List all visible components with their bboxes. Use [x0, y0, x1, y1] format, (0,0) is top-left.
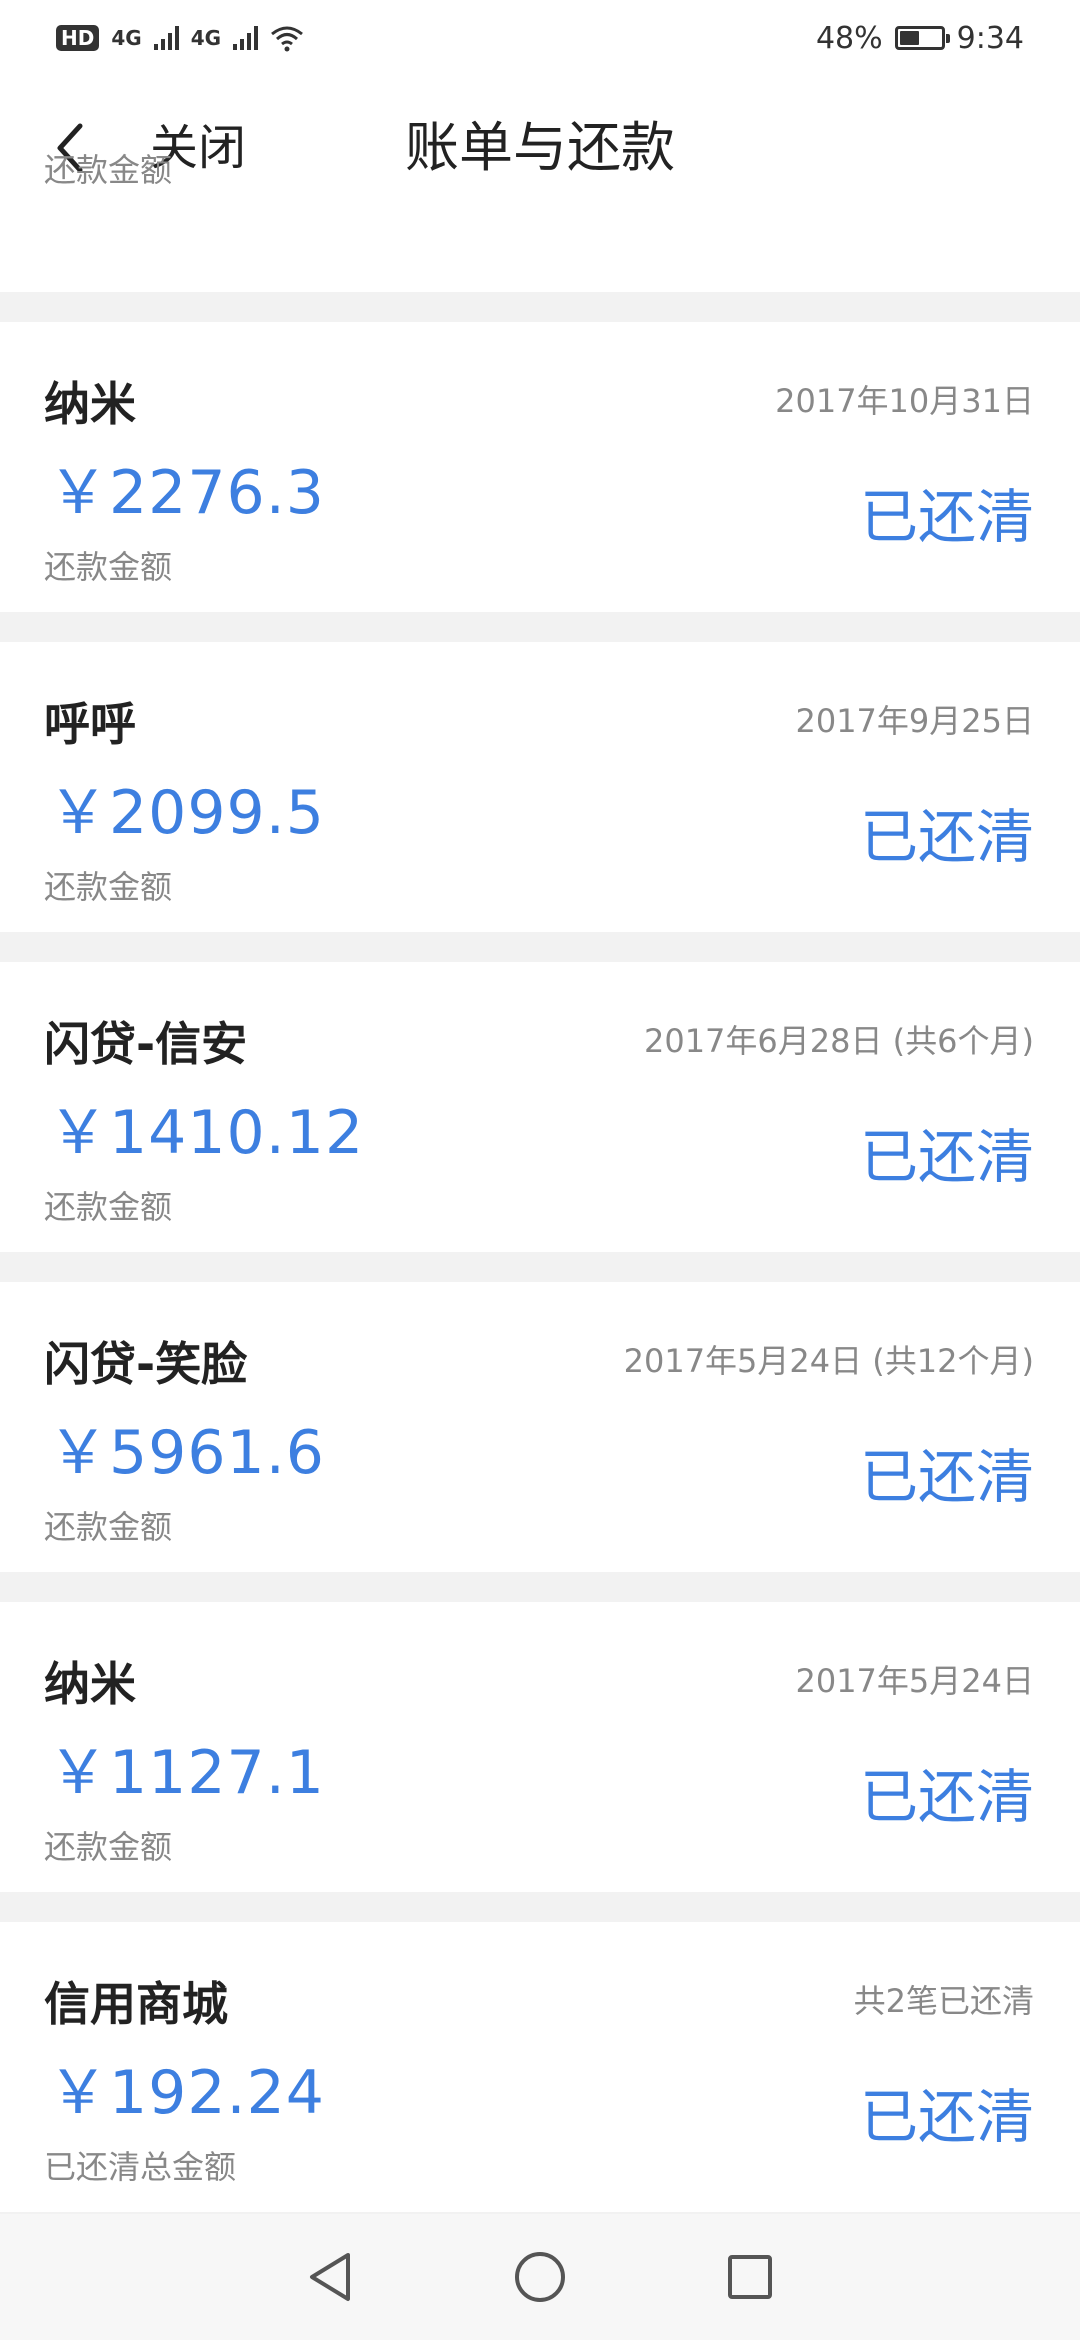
repayment-summary: 共2笔已还清 — [853, 1982, 1034, 2020]
circle-home-icon — [515, 2252, 565, 2302]
status-paid-off[interactable]: 已还清 — [860, 2070, 1034, 2154]
status-paid-off[interactable]: 已还清 — [860, 1110, 1034, 1194]
amount-label: 还款金额 — [44, 1508, 173, 1546]
amount-label: 还款金额 — [44, 548, 173, 586]
battery-percent: 48% — [815, 20, 883, 56]
lender-name: 信用商城 — [44, 1977, 228, 2031]
battery-fill — [899, 31, 919, 45]
triangle-back-icon — [310, 2253, 350, 2301]
sim1-network: 4G — [111, 26, 142, 50]
repayment-card[interactable]: 呼呼 2017年9月25日 ￥2099.5 还款金额 已还清 — [0, 642, 1080, 932]
repayment-amount: ￥5961.6 — [48, 1418, 325, 1488]
status-paid-off[interactable]: 已还清 — [860, 790, 1034, 874]
status-paid-off[interactable]: 已还清 — [860, 470, 1034, 554]
repayment-date: 2017年6月28日 (共6个月) — [643, 1022, 1034, 1060]
nav-recent-button[interactable] — [720, 2247, 780, 2307]
repayment-amount: ￥192.24 — [48, 2058, 325, 2128]
lender-name: 闪贷-笑脸 — [44, 1337, 248, 1391]
repayment-card[interactable]: 纳米 2017年10月31日 ￥2276.3 还款金额 已还清 — [0, 322, 1080, 612]
repayment-date: 2017年9月25日 — [795, 702, 1034, 740]
signal-icon — [153, 26, 179, 50]
repayment-card[interactable]: 闪贷-笑脸 2017年5月24日 (共12个月) ￥5961.6 还款金额 已还… — [0, 1282, 1080, 1572]
status-right: 48% 9:34 — [816, 21, 1024, 56]
repayment-card[interactable]: 闪贷-信安 2017年6月28日 (共6个月) ￥1410.12 还款金额 已还… — [0, 962, 1080, 1252]
status-left: HD 4G 4G — [56, 24, 304, 52]
signal-icon — [233, 26, 259, 50]
amount-label: 还款金额 — [44, 868, 173, 906]
lender-name: 纳米 — [44, 1657, 136, 1711]
repayment-amount: ￥2276.3 — [48, 458, 325, 528]
repayment-card[interactable]: 信用商城 共2笔已还清 ￥192.24 已还清总金额 已还清 — [0, 1922, 1080, 2212]
clock: 9:34 — [956, 20, 1024, 56]
lender-name: 闪贷-信安 — [44, 1017, 248, 1071]
battery-icon — [894, 26, 950, 50]
nav-back-button[interactable] — [300, 2247, 360, 2307]
repayment-date: 2017年5月24日 — [795, 1662, 1034, 1700]
wifi-icon — [271, 26, 303, 52]
partial-repayment-label: 还款金额 — [44, 151, 173, 189]
repayment-amount: ￥1127.1 — [48, 1738, 325, 1808]
lender-name: 纳米 — [44, 377, 136, 431]
status-paid-off[interactable]: 已还清 — [860, 1750, 1034, 1834]
amount-label: 还款金额 — [44, 1828, 173, 1866]
repayment-date: 2017年5月24日 (共12个月) — [623, 1342, 1034, 1380]
sim2-network: 4G — [190, 26, 222, 50]
repayment-amount: ￥1410.12 — [48, 1098, 365, 1168]
amount-label: 还款金额 — [44, 1188, 173, 1226]
repayment-date: 2017年10月31日 — [775, 382, 1034, 420]
amount-label: 已还清总金额 — [44, 2148, 237, 2186]
nav-home-button[interactable] — [510, 2247, 570, 2307]
lender-name: 呼呼 — [44, 697, 136, 751]
repayment-amount: ￥2099.5 — [48, 778, 325, 848]
partial-card — [0, 228, 1080, 292]
system-nav-bar — [0, 2214, 1080, 2340]
square-recent-icon — [728, 2255, 772, 2299]
status-bar: HD 4G 4G 48% 9:34 — [0, 0, 1080, 76]
repayment-card[interactable]: 纳米 2017年5月24日 ￥1127.1 还款金额 已还清 — [0, 1602, 1080, 1892]
hd-badge: HD — [56, 25, 100, 51]
status-paid-off[interactable]: 已还清 — [860, 1430, 1034, 1514]
